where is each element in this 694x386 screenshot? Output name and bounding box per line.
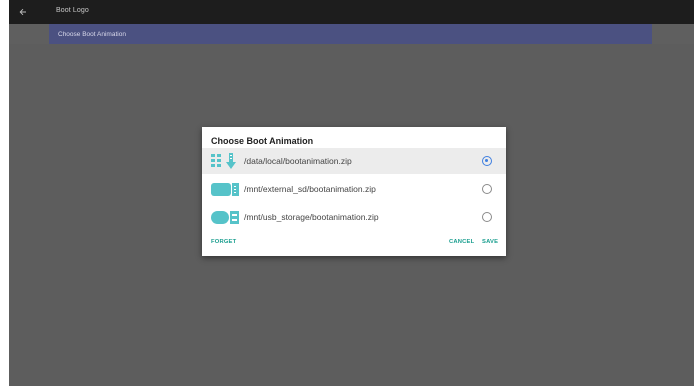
arrow-back-icon <box>19 8 26 16</box>
top-bar: Boot Logo <box>9 0 694 24</box>
cancel-button[interactable]: CANCEL <box>449 239 474 245</box>
option-data-local[interactable]: /data/local/bootanimation.zip <box>202 148 506 174</box>
radio-unselected[interactable] <box>482 212 492 222</box>
page-title: Boot Logo <box>56 7 89 14</box>
menu-item-label: Choose Boot Animation <box>58 31 126 38</box>
option-external-sd[interactable]: /mnt/external_sd/bootanimation.zip <box>202 176 506 202</box>
option-label: /mnt/external_sd/bootanimation.zip <box>244 184 376 194</box>
internal-storage-icon <box>211 153 236 169</box>
menu-item-choose-boot-animation[interactable]: Choose Boot Animation <box>49 24 652 44</box>
back-button[interactable] <box>15 4 31 20</box>
radio-selected[interactable] <box>482 156 492 166</box>
settings-screen: Boot Logo Choose Boot Animation Choose B… <box>9 0 694 386</box>
option-label: /data/local/bootanimation.zip <box>244 156 352 166</box>
sd-card-icon <box>211 183 239 196</box>
option-label: /mnt/usb_storage/bootanimation.zip <box>244 212 379 222</box>
choose-boot-animation-dialog: Choose Boot Animation /data/local/bootan… <box>202 127 506 256</box>
forget-button[interactable]: FORGET <box>211 239 236 245</box>
save-button[interactable]: SAVE <box>482 239 498 245</box>
option-usb-storage[interactable]: /mnt/usb_storage/bootanimation.zip <box>202 204 506 230</box>
usb-storage-icon <box>211 211 239 224</box>
dialog-title: Choose Boot Animation <box>211 136 314 146</box>
radio-unselected[interactable] <box>482 184 492 194</box>
